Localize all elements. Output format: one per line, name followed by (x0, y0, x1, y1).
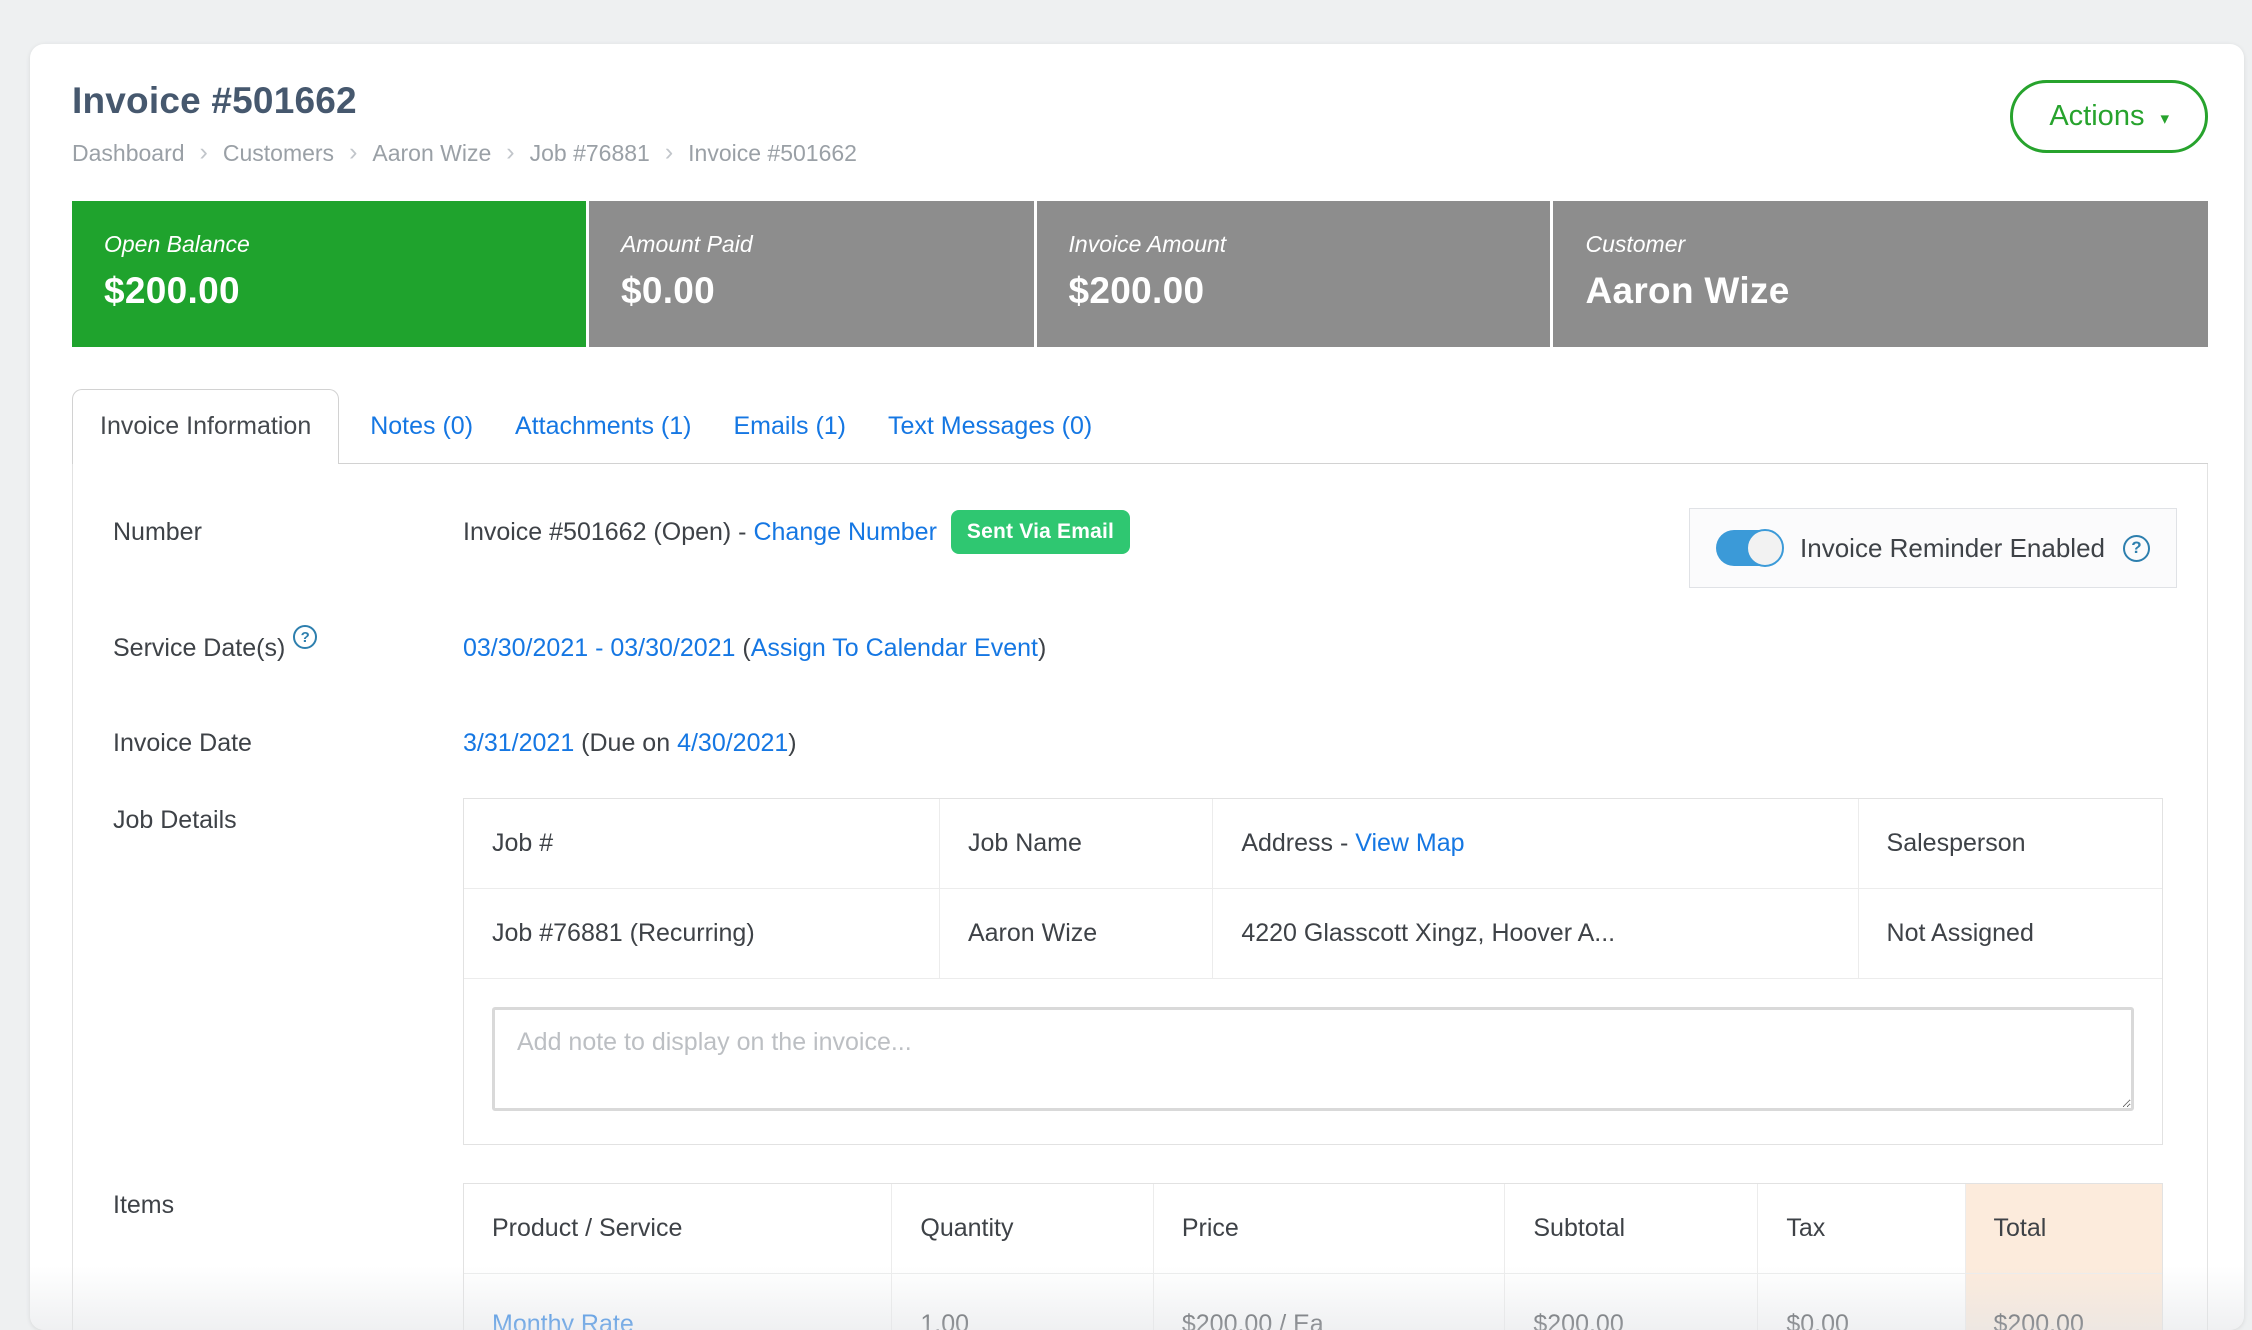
job-name-cell: Aaron Wize (939, 889, 1212, 979)
summary-card-value: Aaron Wize (1585, 270, 2176, 312)
tax-header: Tax (1758, 1184, 1965, 1274)
due-date-link[interactable]: 4/30/2021 (677, 729, 788, 758)
breadcrumb-dashboard[interactable]: Dashboard (72, 140, 185, 167)
tab-attachments[interactable]: Attachments (1) (494, 390, 712, 463)
paren-text: ) (1038, 634, 1046, 663)
page-title: Invoice #501662 (72, 44, 2208, 122)
tax-cell: $0.00 (1758, 1274, 1965, 1330)
item-data-row: Monthy Rate 1.00 $200.00 / Ea $200.00 $0… (464, 1274, 2162, 1330)
items-table: Product / Service Quantity Price Subtota… (463, 1183, 2163, 1330)
summary-card-value: $200.00 (104, 270, 554, 312)
summary-card-label: Customer (1585, 231, 2176, 258)
paren-text (574, 729, 581, 758)
invoice-reminder-label: Invoice Reminder Enabled (1800, 533, 2105, 564)
paren-text (735, 634, 742, 663)
tab-bar: Invoice Information Notes (0) Attachment… (72, 389, 2208, 464)
job-number-header: Job # (464, 799, 939, 889)
quantity-header: Quantity (892, 1184, 1153, 1274)
paren-text: ( (742, 634, 750, 663)
summary-card-amount-paid: Amount Paid $0.00 (589, 201, 1034, 347)
tab-text-messages[interactable]: Text Messages (0) (867, 390, 1113, 463)
job-details-data-row: Job #76881 (Recurring) Aaron Wize 4220 G… (464, 889, 2162, 979)
chevron-right-icon: › (200, 140, 208, 165)
summary-card-label: Invoice Amount (1069, 231, 1519, 258)
chevron-right-icon: › (506, 140, 514, 165)
invoice-information-panel: Invoice Reminder Enabled ? Number Invoic… (72, 464, 2208, 1330)
service-dates-label: Service Date(s) (113, 634, 285, 663)
summary-card-invoice-amount: Invoice Amount $200.00 (1037, 201, 1551, 347)
invoice-reminder-box: Invoice Reminder Enabled ? (1689, 508, 2177, 588)
invoice-number-value: Invoice #501662 (Open) - (463, 518, 753, 547)
address-header-text: Address - (1241, 829, 1355, 857)
actions-button-label: Actions (2049, 100, 2144, 133)
job-number-cell: Job #76881 (Recurring) (464, 889, 939, 979)
price-cell: $200.00 / Ea (1153, 1274, 1504, 1330)
service-dates-value[interactable]: 03/30/2021 - 03/30/2021 (463, 634, 735, 663)
help-icon[interactable]: ? (2123, 535, 2150, 562)
total-header: Total (1965, 1184, 2162, 1274)
caret-down-icon: ▾ (2160, 110, 2169, 127)
salesperson-header: Salesperson (1858, 799, 2162, 889)
tab-invoice-information[interactable]: Invoice Information (72, 389, 339, 464)
invoice-note-input[interactable] (492, 1007, 2134, 1111)
invoice-reminder-toggle[interactable] (1716, 530, 1782, 566)
breadcrumb-customers[interactable]: Customers (223, 140, 334, 167)
breadcrumb-invoice-current: Invoice #501662 (688, 140, 857, 167)
chevron-right-icon: › (349, 140, 357, 165)
product-link[interactable]: Monthy Rate (492, 1310, 634, 1330)
sent-via-email-badge: Sent Via Email (951, 510, 1130, 554)
summary-cards: Open Balance $200.00 Amount Paid $0.00 I… (72, 201, 2208, 347)
address-header: Address - View Map (1213, 799, 1858, 889)
job-name-header: Job Name (939, 799, 1212, 889)
job-details-header-row: Job # Job Name Address - View Map Salesp… (464, 799, 2162, 889)
due-on-text: (Due on (581, 729, 677, 758)
total-cell: $200.00 (1965, 1274, 2162, 1330)
summary-card-value: $0.00 (621, 270, 1002, 312)
breadcrumb-customer-name[interactable]: Aaron Wize (372, 140, 491, 167)
summary-card-label: Open Balance (104, 231, 554, 258)
breadcrumb-job[interactable]: Job #76881 (530, 140, 650, 167)
items-row: Items Product / Service Quantity Price S… (113, 1183, 2207, 1330)
paren-text: ) (788, 729, 796, 758)
product-cell: Monthy Rate (464, 1274, 892, 1330)
subtotal-cell: $200.00 (1505, 1274, 1758, 1330)
subtotal-header: Subtotal (1505, 1184, 1758, 1274)
tab-emails[interactable]: Emails (1) (712, 390, 867, 463)
invoice-card: Invoice #501662 Dashboard › Customers › … (30, 44, 2244, 1330)
quantity-cell: 1.00 (892, 1274, 1153, 1330)
address-cell: 4220 Glasscott Xingz, Hoover A... (1213, 889, 1858, 979)
number-label: Number (113, 510, 463, 547)
invoice-date-label: Invoice Date (113, 721, 463, 758)
items-label: Items (113, 1183, 463, 1220)
breadcrumb: Dashboard › Customers › Aaron Wize › Job… (72, 140, 2208, 167)
actions-button[interactable]: Actions ▾ (2010, 80, 2208, 153)
help-icon[interactable]: ? (293, 625, 317, 649)
invoice-date-row: Invoice Date 3/31/2021 (Due on 4/30/2021… (113, 721, 2207, 758)
salesperson-cell: Not Assigned (1858, 889, 2162, 979)
price-header: Price (1153, 1184, 1504, 1274)
change-number-link[interactable]: Change Number (753, 518, 936, 547)
service-dates-row: Service Date(s) ? 03/30/2021 - 03/30/202… (113, 626, 2207, 663)
summary-card-open-balance: Open Balance $200.00 (72, 201, 586, 347)
job-details-table: Job # Job Name Address - View Map Salesp… (463, 798, 2163, 1145)
view-map-link[interactable]: View Map (1355, 829, 1464, 857)
job-details-label: Job Details (113, 798, 463, 835)
toggle-knob (1746, 529, 1784, 567)
items-header-row: Product / Service Quantity Price Subtota… (464, 1184, 2162, 1274)
chevron-right-icon: › (665, 140, 673, 165)
assign-to-calendar-event-link[interactable]: Assign To Calendar Event (751, 634, 1038, 663)
job-details-row: Job Details Job # Job Name Address - Vie… (113, 798, 2207, 1145)
summary-card-customer: Customer Aaron Wize (1553, 201, 2208, 347)
tab-notes[interactable]: Notes (0) (349, 390, 494, 463)
summary-card-label: Amount Paid (621, 231, 1002, 258)
product-service-header: Product / Service (464, 1184, 892, 1274)
summary-card-value: $200.00 (1069, 270, 1519, 312)
invoice-note-area (464, 979, 2162, 1144)
invoice-date-link[interactable]: 3/31/2021 (463, 729, 574, 758)
